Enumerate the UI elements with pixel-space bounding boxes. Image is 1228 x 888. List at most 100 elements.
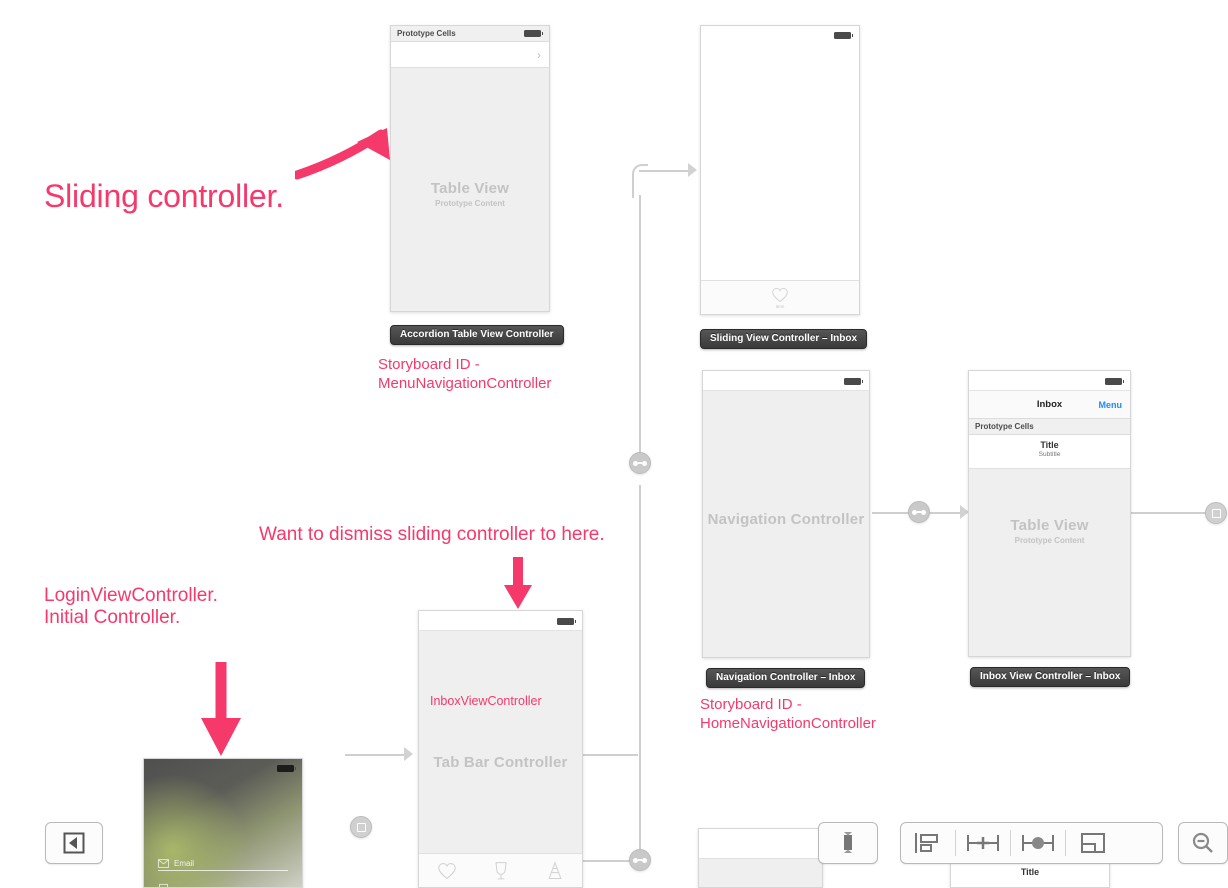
embed-in-button[interactable] bbox=[1066, 824, 1120, 862]
lock-icon bbox=[159, 883, 168, 887]
heart-icon bbox=[438, 862, 456, 879]
relationship-segue-badge[interactable] bbox=[629, 849, 651, 871]
scene-badge-inbox[interactable]: Inbox View Controller – Inbox bbox=[970, 667, 1131, 687]
pin-button[interactable] bbox=[956, 824, 1010, 862]
scene-screen: Title bbox=[950, 862, 1110, 888]
embed-in-icon bbox=[1081, 833, 1105, 853]
placeholder-text: Tab Bar Controller bbox=[433, 754, 568, 771]
relationship-segue-badge[interactable] bbox=[908, 501, 930, 523]
scene-screen: Item bbox=[700, 25, 860, 315]
tab-item-heart[interactable] bbox=[437, 862, 457, 880]
navigation-bar bbox=[699, 829, 822, 859]
modal-segue-badge[interactable] bbox=[1205, 502, 1227, 524]
annotation-dismiss-note: Want to dismiss sliding controller to he… bbox=[259, 524, 605, 545]
segue-arrow bbox=[404, 747, 413, 761]
scene-screen bbox=[698, 828, 823, 888]
battery-icon bbox=[1105, 378, 1124, 385]
nav-title: Inbox bbox=[1036, 399, 1063, 410]
device-orientation-icon bbox=[844, 832, 852, 853]
tab-bar: Item bbox=[701, 280, 859, 314]
device-orientation-button[interactable] bbox=[818, 822, 878, 864]
tab-label: Item bbox=[775, 303, 785, 309]
align-button[interactable] bbox=[901, 824, 955, 862]
annotation-menu-nav-storyboard-id: Storyboard ID - MenuNavigationController bbox=[378, 356, 552, 392]
tab-bar-controller-body: Tab Bar Controller bbox=[419, 631, 582, 887]
segue-wire bbox=[1131, 512, 1211, 514]
battery-icon bbox=[524, 30, 543, 37]
annotation-home-nav-storyboard-id: Storyboard ID - HomeNavigationController bbox=[700, 696, 876, 732]
navigation-controller-body: Navigation Controller bbox=[703, 391, 869, 657]
back-triangle-button[interactable] bbox=[45, 822, 103, 864]
password-field[interactable] bbox=[158, 881, 288, 887]
battery-icon bbox=[277, 765, 296, 772]
segue-wire bbox=[345, 754, 410, 756]
scene-screen: Tab Bar Controller bbox=[418, 610, 583, 888]
back-triangle-icon bbox=[63, 832, 85, 854]
scene-partial-bottom[interactable] bbox=[698, 828, 823, 888]
segue-wire bbox=[583, 754, 638, 756]
status-bar bbox=[969, 371, 1130, 391]
section-header: Prototype Cells bbox=[969, 419, 1130, 435]
annotation-sliding-controller: Sliding controller. bbox=[44, 178, 284, 214]
scene-inbox-view-controller[interactable]: Inbox Menu Prototype Cells Title Subtitl… bbox=[968, 370, 1131, 657]
annotation-arrow-dismiss bbox=[504, 557, 532, 609]
battery-icon bbox=[844, 378, 863, 385]
constraints-toolbar[interactable] bbox=[900, 822, 1163, 864]
pin-icon bbox=[967, 835, 999, 851]
scene-screen: Inbox Menu Prototype Cells Title Subtitl… bbox=[968, 370, 1131, 657]
zoom-out-icon bbox=[1192, 832, 1213, 853]
heart-icon bbox=[772, 287, 788, 302]
segue-wire-corner bbox=[632, 164, 648, 198]
cell-title: Title bbox=[1020, 867, 1040, 877]
scene-accordion-table-view-controller[interactable]: Prototype Cells › Table View Prototype C… bbox=[390, 25, 550, 312]
placeholder-text: Table View Prototype Content bbox=[1010, 517, 1089, 545]
table-view-body: Table View Prototype Content bbox=[969, 469, 1130, 656]
status-bar bbox=[703, 371, 869, 391]
scene-tab-bar-controller[interactable]: Tab Bar Controller bbox=[418, 610, 583, 888]
tower-icon bbox=[548, 860, 562, 879]
prototype-cell[interactable]: Title Subtitle bbox=[969, 435, 1130, 469]
scene-screen: Email bbox=[143, 758, 303, 888]
menu-button[interactable]: Menu bbox=[1099, 400, 1123, 410]
prototype-cell[interactable]: › bbox=[391, 42, 549, 68]
segue-arrow bbox=[688, 163, 697, 177]
chevron-right-icon: › bbox=[537, 47, 541, 62]
tab-item-tower[interactable] bbox=[546, 860, 564, 881]
status-bar bbox=[419, 611, 582, 631]
scene-navigation-controller[interactable]: Navigation Controller bbox=[702, 370, 870, 658]
prototype-cell[interactable]: Title bbox=[951, 863, 1109, 887]
align-icon bbox=[915, 833, 938, 853]
email-field[interactable]: Email bbox=[158, 859, 288, 871]
battery-icon bbox=[834, 32, 853, 39]
email-label: Email bbox=[174, 859, 195, 868]
navigation-bar: Inbox Menu bbox=[969, 391, 1130, 419]
scene-body bbox=[699, 859, 822, 887]
scene-badge-sliding[interactable]: Sliding View Controller – Inbox bbox=[700, 329, 868, 349]
storyboard-canvas[interactable]: Prototype Cells › Table View Prototype C… bbox=[0, 0, 1228, 888]
annotation-inbox-view-controller: InboxViewController bbox=[430, 694, 542, 708]
scene-screen: Navigation Controller bbox=[702, 370, 870, 658]
scene-partial-bottom-right[interactable]: Title bbox=[950, 862, 1110, 888]
placeholder-text: Table View Prototype Content bbox=[430, 180, 510, 208]
scene-badge-navigation[interactable]: Navigation Controller – Inbox bbox=[706, 668, 866, 688]
scene-login-view-controller[interactable]: Email bbox=[143, 758, 303, 888]
tab-item-wineglass[interactable] bbox=[492, 861, 510, 881]
table-view-body: Table View Prototype Content bbox=[391, 68, 549, 311]
annotation-arrow-login bbox=[201, 662, 241, 756]
segue-wire bbox=[639, 195, 641, 465]
tab-bar bbox=[419, 853, 582, 887]
relationship-segue-badge[interactable] bbox=[629, 452, 651, 474]
wineglass-icon bbox=[495, 861, 508, 879]
segue-wire bbox=[639, 485, 641, 860]
annotation-login-note: LoginViewController. Initial Controller. bbox=[44, 585, 218, 628]
envelope-icon bbox=[158, 859, 169, 868]
resolve-issues-button[interactable] bbox=[1011, 824, 1065, 862]
annotation-arrow-sliding bbox=[295, 128, 390, 180]
scene-screen: Prototype Cells › Table View Prototype C… bbox=[390, 25, 550, 312]
tab-item-heart[interactable]: Item bbox=[771, 287, 789, 309]
scene-sliding-view-controller[interactable]: Item bbox=[700, 25, 860, 315]
placeholder-text: Navigation Controller bbox=[707, 511, 865, 528]
modal-segue-badge[interactable] bbox=[350, 816, 372, 838]
zoom-out-button[interactable] bbox=[1178, 822, 1228, 864]
scene-badge-accordion[interactable]: Accordion Table View Controller bbox=[390, 325, 564, 345]
